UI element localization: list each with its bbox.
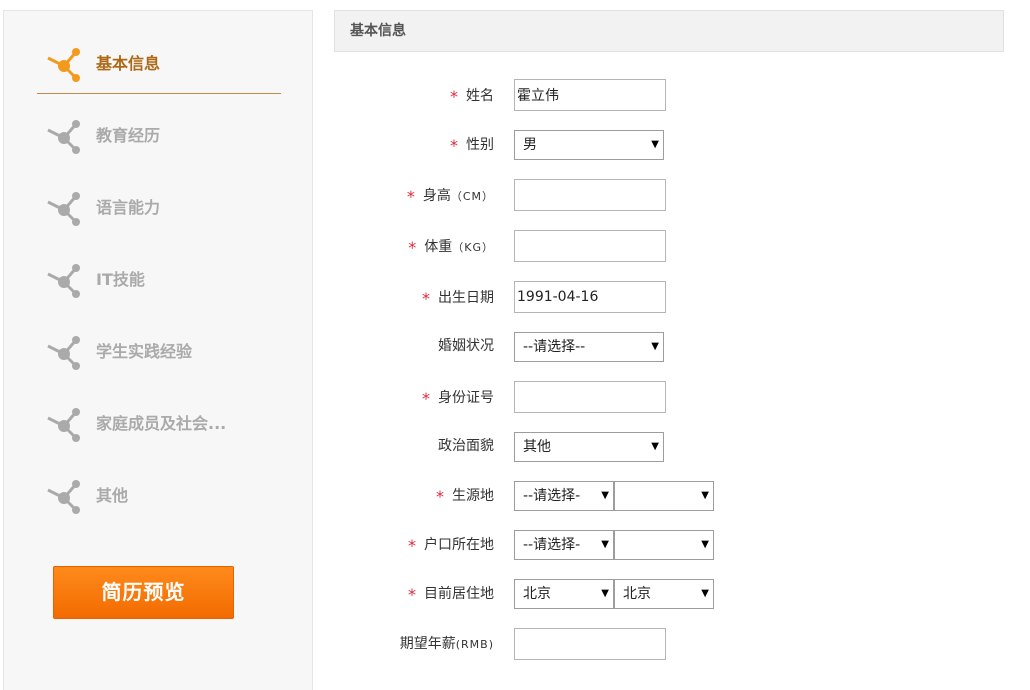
chevron-down-icon: ▼ bbox=[601, 490, 609, 501]
share-node-icon bbox=[47, 192, 80, 226]
sidebar-item-label: 学生实践经验 bbox=[96, 342, 193, 361]
required-marker: * bbox=[408, 536, 416, 555]
active-divider bbox=[37, 93, 281, 94]
field-label: 政治面貌 bbox=[438, 438, 494, 454]
field-label: * 性别 bbox=[450, 136, 494, 155]
form-row-name: * 姓名 bbox=[334, 79, 1004, 113]
share-node-icon bbox=[47, 264, 80, 298]
sidebar-item-practice[interactable]: 学生实践经验 bbox=[44, 325, 284, 375]
field-label: * 身份证号 bbox=[422, 389, 494, 408]
chevron-down-icon: ▼ bbox=[701, 539, 709, 550]
share-node-icon bbox=[47, 336, 80, 370]
sidebar-item-label: 基本信息 bbox=[96, 54, 161, 73]
required-marker: * bbox=[406, 187, 415, 206]
form-row-birthdate: * 出生日期 bbox=[334, 281, 1004, 315]
form-row-height: * 身高（CM） bbox=[334, 179, 1004, 213]
form-row-origin: * 生源地 --请选择- ▼ ▼ bbox=[334, 479, 1004, 513]
sidebar-item-label: IT技能 bbox=[96, 270, 145, 289]
sidebar-item-language[interactable]: 语言能力 bbox=[44, 181, 284, 231]
sidebar-item-label: 其他 bbox=[96, 486, 129, 505]
hukou-province-select[interactable]: --请选择- ▼ bbox=[514, 530, 614, 560]
origin-city-select[interactable]: ▼ bbox=[614, 481, 714, 511]
field-label: * 目前居住地 bbox=[408, 585, 494, 604]
residence-province-select[interactable]: 北京 ▼ bbox=[514, 579, 614, 609]
form-row-salary: 期望年薪(RMB) bbox=[334, 628, 1004, 662]
name-input[interactable] bbox=[514, 79, 666, 111]
field-label: 婚姻状况 bbox=[438, 338, 494, 354]
share-node-icon bbox=[47, 480, 80, 514]
required-marker: * bbox=[408, 585, 416, 604]
share-node-icon bbox=[47, 120, 80, 154]
id-number-input[interactable] bbox=[514, 381, 666, 413]
origin-province-select[interactable]: --请选择- ▼ bbox=[514, 481, 614, 511]
sidebar-item-label: 语言能力 bbox=[96, 198, 161, 217]
required-marker: * bbox=[436, 487, 444, 506]
chevron-down-icon: ▼ bbox=[701, 588, 709, 599]
share-node-icon bbox=[47, 48, 80, 82]
height-input[interactable] bbox=[514, 179, 666, 211]
chevron-down-icon: ▼ bbox=[651, 441, 659, 452]
chevron-down-icon: ▼ bbox=[651, 139, 659, 150]
resume-preview-button[interactable]: 简历预览 bbox=[53, 566, 234, 619]
field-label: 期望年薪(RMB) bbox=[399, 636, 494, 652]
sidebar-item-it-skills[interactable]: IT技能 bbox=[44, 253, 284, 303]
required-marker: * bbox=[408, 238, 417, 257]
sidebar-item-basic-info[interactable]: 基本信息 bbox=[44, 37, 284, 87]
form-row-gender: * 性别 男 ▼ bbox=[334, 128, 1004, 162]
share-node-icon bbox=[47, 408, 80, 442]
field-label: * 姓名 bbox=[450, 87, 494, 106]
form-row-political: 政治面貌 其他 ▼ bbox=[334, 430, 1004, 464]
marital-select[interactable]: --请选择-- ▼ bbox=[514, 332, 664, 362]
sidebar-item-label: 家庭成员及社会... bbox=[96, 414, 227, 433]
required-marker: * bbox=[450, 87, 458, 106]
hukou-city-select[interactable]: ▼ bbox=[614, 530, 714, 560]
field-label: * 身高（CM） bbox=[406, 187, 494, 206]
sidebar: 基本信息 教育经历 语言能力 IT技能 学生实践经验 家庭成员及社会... 其他… bbox=[3, 10, 313, 690]
form-row-hukou: * 户口所在地 --请选择- ▼ ▼ bbox=[334, 528, 1004, 562]
required-marker: * bbox=[422, 389, 430, 408]
salary-input[interactable] bbox=[514, 628, 666, 660]
sidebar-item-other[interactable]: 其他 bbox=[44, 469, 284, 519]
chevron-down-icon: ▼ bbox=[601, 588, 609, 599]
weight-input[interactable] bbox=[514, 230, 666, 262]
residence-city-select[interactable]: 北京 ▼ bbox=[614, 579, 714, 609]
field-label: * 体重（KG） bbox=[408, 238, 494, 257]
sidebar-item-family[interactable]: 家庭成员及社会... bbox=[44, 397, 284, 447]
political-select[interactable]: 其他 ▼ bbox=[514, 432, 664, 462]
form-row-weight: * 体重（KG） bbox=[334, 230, 1004, 264]
birthdate-input[interactable] bbox=[514, 281, 666, 313]
field-label: * 生源地 bbox=[436, 487, 494, 506]
form-row-id-number: * 身份证号 bbox=[334, 381, 1004, 415]
required-marker: * bbox=[422, 289, 430, 308]
sidebar-item-education[interactable]: 教育经历 bbox=[44, 109, 284, 159]
field-label: * 出生日期 bbox=[422, 289, 494, 308]
gender-select[interactable]: 男 ▼ bbox=[514, 130, 664, 160]
chevron-down-icon: ▼ bbox=[601, 539, 609, 550]
field-label: * 户口所在地 bbox=[408, 536, 494, 555]
required-marker: * bbox=[450, 136, 458, 155]
form-row-residence: * 目前居住地 北京 ▼ 北京 ▼ bbox=[334, 577, 1004, 611]
chevron-down-icon: ▼ bbox=[651, 341, 659, 352]
section-title: 基本信息 bbox=[334, 10, 1004, 52]
form-row-marital: 婚姻状况 --请选择-- ▼ bbox=[334, 330, 1004, 364]
sidebar-item-label: 教育经历 bbox=[96, 126, 161, 145]
chevron-down-icon: ▼ bbox=[701, 490, 709, 501]
